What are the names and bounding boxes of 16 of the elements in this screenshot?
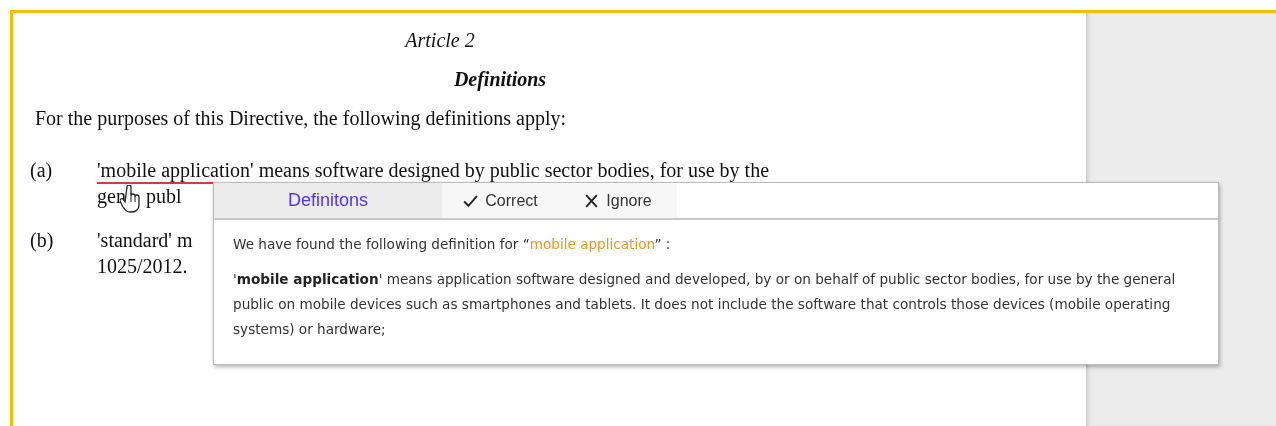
document-text: 'standard' m (97, 228, 193, 253)
document-text: publ (145, 184, 182, 209)
intro-paragraph: For the purposes of this Directive, the following definitions apply: (35, 106, 568, 131)
definition-text: 'mobile application' means application software designed and developed, by or on behalf of public sector bodies, for use by the general public on mobile devices such as smartphones and tablets. It does not include the software that controls those devices (mobile operating systems) or hardware; (233, 270, 1177, 339)
item-marker: (a) (29, 158, 54, 184)
document-text: 1025/2012. (97, 254, 188, 279)
document-text: means software designed by public sector bodies, for use by the (257, 158, 770, 183)
marked-term: 'mobile application' (97, 158, 254, 183)
definitions-tab[interactable]: Definitons (214, 183, 442, 218)
document-text: gen (97, 184, 126, 209)
ignore-button[interactable]: Ignore (558, 183, 677, 218)
article-number: Article 2 (403, 28, 476, 53)
article-heading: Definitions (452, 67, 548, 92)
definition-intro: We have found the following definition for “mobile application” : (233, 235, 672, 254)
correct-button[interactable]: Correct (442, 183, 558, 218)
item-marker: (b) (29, 228, 55, 254)
